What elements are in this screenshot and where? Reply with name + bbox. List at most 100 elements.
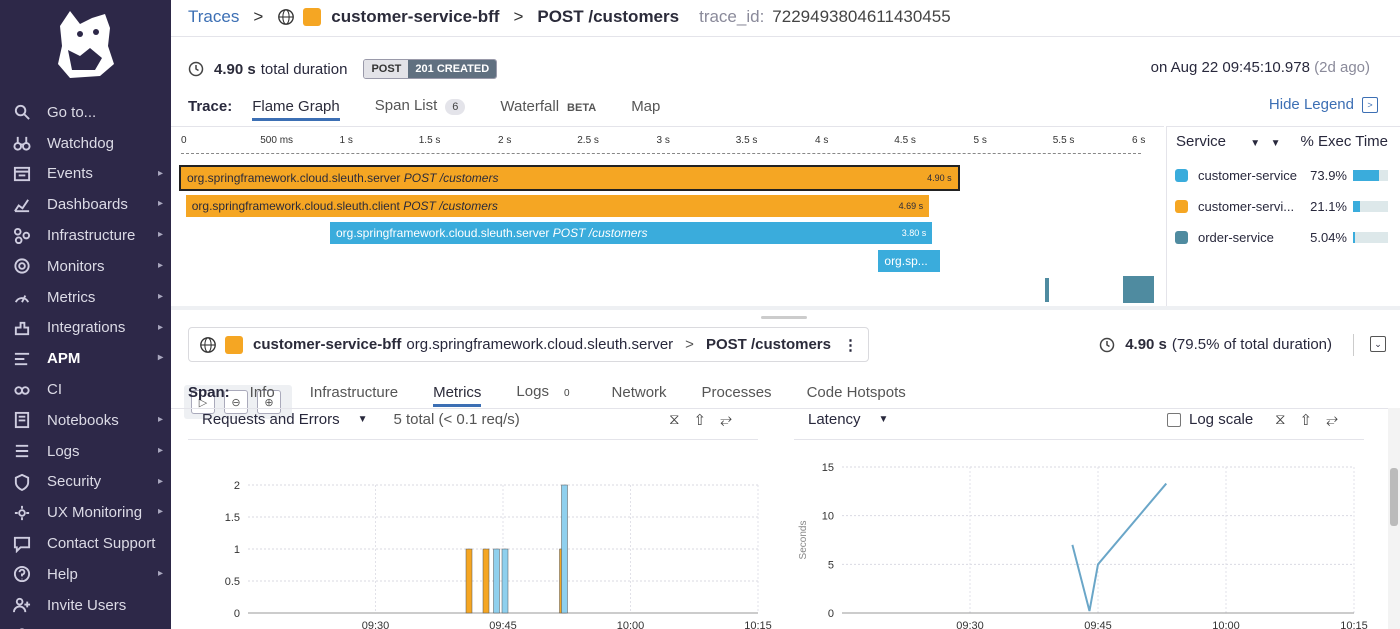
service-legend: Service ▼ ▼ % Exec Time customer-service 7… [1166, 126, 1400, 306]
x-tick-label: 09:45 [1084, 620, 1112, 629]
scrollbar[interactable] [1388, 408, 1400, 629]
legend-col-service[interactable]: Service ▼ [1176, 133, 1260, 150]
flame-span-bar[interactable]: org.springframework.cloud.sleuth.client … [185, 195, 930, 217]
latency-chart[interactable]: 0 5 10 15 09:30 09:45 10:00 10:15 Seconds [794, 455, 1374, 629]
time-tick: 5 s [973, 135, 987, 146]
span-resource[interactable]: POST /customers [706, 336, 831, 353]
x-tick-label: 09:30 [956, 620, 984, 629]
signal-icon[interactable]: ⧖ [669, 411, 680, 429]
sidebar-item-label: Go to... [47, 103, 97, 121]
trace-summary: 4.90 s total duration POST 201 CREATED [188, 58, 498, 80]
export-icon[interactable]: ⇧ [694, 411, 707, 429]
y-tick-label: 10 [822, 511, 834, 523]
chevron-right-icon: ▸ [157, 167, 163, 179]
time-tick: 4 s [815, 135, 829, 146]
collapse-down-icon[interactable]: ⌄ [1370, 336, 1386, 352]
trace-id-value[interactable]: 7229493804611430455 [772, 7, 950, 27]
sidebar-item-label: Logs [47, 442, 80, 460]
more-options-icon[interactable]: ⋮ [843, 336, 858, 354]
chevron-down-icon: ▼ [1270, 138, 1281, 149]
time-tick: 0 [181, 135, 187, 146]
sidebar-item-integrations[interactable]: Integrations ▸ [0, 313, 171, 344]
latency-chart-title[interactable]: Latency [808, 411, 861, 428]
request-bar [482, 548, 490, 614]
sidebar-item-invite-users[interactable]: Invite Users [0, 590, 171, 621]
flame-span-bar[interactable]: org.sp... [878, 250, 941, 272]
legend-row[interactable]: customer-servi... 21.1% [1167, 191, 1400, 222]
chevron-right-icon: ▸ [157, 413, 163, 425]
sidebar-item-ci[interactable]: CI [0, 374, 171, 405]
legend-exec-bar [1353, 201, 1388, 212]
breadcrumb-service[interactable]: customer-service-bff [331, 7, 499, 27]
span-operation: org.springframework.cloud.sleuth.server [406, 336, 674, 353]
request-bar [561, 484, 568, 614]
sidebar-item-infrastructure[interactable]: Infrastructure ▸ [0, 220, 171, 251]
tab-infrastructure[interactable]: Infrastructure [310, 384, 398, 401]
flame-graph[interactable]: 0 500 ms 1 s 1.5 s 2 s 2.5 s 3 s 3.5 s 4 s 4.5 s 5… [171, 126, 1164, 419]
notebooks-icon [12, 410, 32, 430]
sidebar-item-apm[interactable]: APM ▸ [0, 343, 171, 374]
tab-span-list[interactable]: Span List 6 [375, 97, 466, 115]
scrollbar-thumb[interactable] [1390, 468, 1398, 526]
legend-header: Service ▼ ▼ % Exec Time [1167, 127, 1400, 150]
flame-span-bar[interactable]: org.springframework.cloud.sleuth.server … [179, 165, 960, 191]
breadcrumb-resource[interactable]: POST /customers [537, 7, 679, 27]
sidebar-item-ux-monitoring[interactable]: UX Monitoring ▸ [0, 497, 171, 528]
legend-col-exec[interactable]: ▼ % Exec Time [1271, 133, 1388, 150]
flame-span-bar[interactable]: org.springframework.cloud.sleuth.server … [329, 222, 933, 244]
legend-row[interactable]: order-service 5.04% [1167, 222, 1400, 253]
x-tick-label: 10:00 [617, 620, 645, 629]
sidebar-item-watchdog[interactable]: Watchdog [0, 128, 171, 159]
chevron-right-icon: ▸ [157, 321, 163, 333]
tab-logs[interactable]: Logs 0 [516, 383, 576, 401]
time-axis: 0 500 ms 1 s 1.5 s 2 s 2.5 s 3 s 3.5 s 4 s 4.5 s 5… [181, 135, 1151, 151]
minimap-span-mark [1045, 278, 1049, 302]
fullscreen-icon[interactable]: ⥂ [720, 411, 732, 429]
legend-row[interactable]: customer-service 73.9% [1167, 160, 1400, 191]
tab-span-list-label: Span List [374, 97, 438, 114]
tab-code-hotspots[interactable]: Code Hotspots [807, 384, 906, 401]
sidebar-item-contact-support[interactable]: Contact Support [0, 528, 171, 559]
clock-icon [1099, 337, 1115, 352]
collapse-right-icon: > [1362, 96, 1378, 113]
tab-processes[interactable]: Processes [702, 384, 772, 401]
chevron-down-icon[interactable]: ▼ [358, 414, 368, 425]
sidebar-item-logs[interactable]: Logs ▸ [0, 436, 171, 467]
sidebar-item-events[interactable]: Events ▸ [0, 159, 171, 190]
fullscreen-icon[interactable]: ⥂ [1326, 411, 1338, 429]
tab-map[interactable]: Map [631, 98, 660, 115]
service-color-icon [1175, 200, 1188, 213]
sidebar-item-label: Invite Users [47, 596, 127, 614]
tab-metrics[interactable]: Metrics [433, 384, 482, 407]
sidebar-item-dashboards[interactable]: Dashboards ▸ [0, 189, 171, 220]
sidebar-item-monitors[interactable]: Monitors ▸ [0, 251, 171, 282]
pane-divider[interactable] [171, 306, 1400, 310]
sidebar-item-go-to[interactable]: Go to... [0, 97, 171, 128]
tab-network[interactable]: Network [612, 384, 667, 401]
sidebar-item-security[interactable]: Security ▸ [0, 467, 171, 498]
requests-chart[interactable]: 0 0.5 1 1.5 2 09:30 09:45 10:00 10:15 [188, 455, 778, 629]
export-icon[interactable]: ⇧ [1300, 411, 1313, 429]
tab-waterfall[interactable]: Waterfall BETA [500, 98, 596, 115]
log-scale-checkbox[interactable] [1167, 412, 1181, 427]
hide-legend-button[interactable]: Hide Legend > [1269, 96, 1378, 113]
sidebar-item-notebooks[interactable]: Notebooks ▸ [0, 405, 171, 436]
log-scale-toggle[interactable]: Log scale [1167, 411, 1253, 428]
requests-chart-title[interactable]: Requests and Errors [202, 411, 340, 428]
y-tick-label: 5 [828, 559, 834, 571]
invite-users-icon [12, 595, 32, 615]
sidebar-item-metrics[interactable]: Metrics ▸ [0, 282, 171, 313]
datadog-logo-icon[interactable] [50, 6, 120, 82]
legend-col-exec-label: % Exec Time [1300, 133, 1388, 150]
sidebar-item-wrlantz-aris[interactable]: wrlantz@aris [0, 621, 171, 629]
span-service[interactable]: customer-service-bff [253, 336, 401, 353]
tab-flame-graph[interactable]: Flame Graph [252, 98, 340, 121]
tab-info[interactable]: Info [250, 384, 275, 401]
sidebar-item-help[interactable]: Help ▸ [0, 559, 171, 590]
resize-handle[interactable] [761, 316, 807, 319]
signal-icon[interactable]: ⧖ [1275, 411, 1286, 429]
chevron-down-icon[interactable]: ▼ [879, 414, 889, 425]
request-bar [465, 548, 473, 614]
span-duration: 4.90 s (79.5% of total duration) [1099, 336, 1332, 353]
breadcrumb-traces-link[interactable]: Traces [188, 7, 239, 27]
